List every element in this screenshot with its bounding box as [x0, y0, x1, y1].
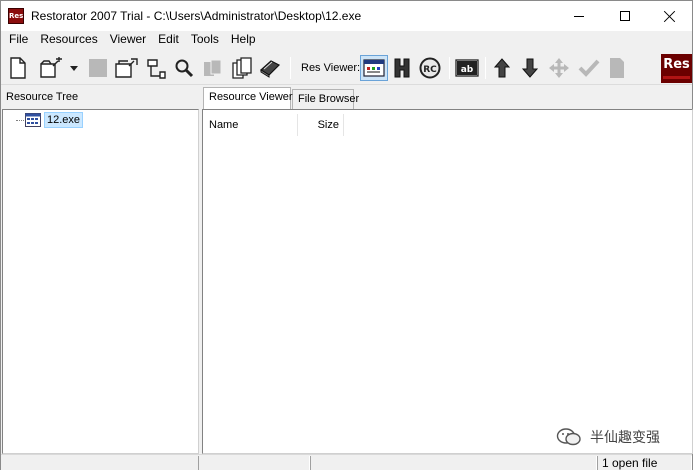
menu-edit[interactable]: Edit: [152, 31, 185, 50]
column-header-name[interactable]: Name: [203, 114, 298, 136]
toolbar: Res Viewer: RC ab Res: [1, 51, 692, 85]
text-view-icon: ab: [455, 59, 479, 77]
status-cell: [198, 456, 310, 470]
maximize-icon: [620, 11, 630, 21]
checkmark-disabled-icon: [578, 59, 600, 77]
menu-tools[interactable]: Tools: [185, 31, 225, 50]
toolbar-separator: [485, 57, 486, 79]
tab-resource-viewer[interactable]: Resource Viewer: [203, 87, 293, 109]
svg-text:ab: ab: [461, 65, 474, 75]
save-as-button[interactable]: [113, 56, 141, 80]
help-book-button[interactable]: [258, 56, 282, 80]
status-cell: [310, 456, 597, 470]
wechat-icon: [556, 428, 581, 446]
apply-button[interactable]: [577, 56, 601, 80]
minimize-icon: [574, 15, 584, 17]
menu-resources[interactable]: Resources: [34, 31, 103, 50]
save-disabled-icon: [89, 59, 107, 77]
restorator-logo: Res: [661, 54, 692, 83]
dialog-view-icon: [363, 59, 385, 77]
toolbar-separator: [449, 57, 450, 79]
open-folder-icon: [40, 57, 62, 78]
move-button[interactable]: [547, 56, 571, 80]
open-recent-dropdown[interactable]: [67, 56, 81, 80]
maximize-button[interactable]: [602, 1, 648, 31]
app-icon[interactable]: Res: [8, 8, 24, 24]
tree-node-12-exe[interactable]: 12.exe: [25, 112, 84, 128]
pages-icon: [232, 57, 252, 79]
save-button[interactable]: [86, 56, 110, 80]
paste-button[interactable]: [230, 56, 254, 80]
close-icon: [664, 11, 675, 22]
window-title: Restorator 2007 Trial - C:\Users\Adminis…: [31, 9, 362, 23]
res-viewer-label: Res Viewer:: [301, 62, 361, 74]
explorer-icon: [147, 59, 166, 79]
arrow-up-icon: [493, 58, 511, 78]
move-down-button[interactable]: [518, 56, 542, 80]
resource-tree-title: Resource Tree: [6, 91, 79, 103]
find-button[interactable]: [172, 56, 196, 80]
move-disabled-icon: [549, 58, 569, 78]
svg-text:RC: RC: [423, 65, 437, 75]
explorer-button[interactable]: [144, 56, 168, 80]
tree-node-label[interactable]: 12.exe: [44, 112, 84, 128]
title-bar[interactable]: Res Restorator 2007 Trial - C:\Users\Adm…: [1, 1, 692, 31]
magnifier-icon: [175, 59, 194, 78]
minimize-button[interactable]: [556, 1, 602, 31]
close-button[interactable]: [646, 1, 692, 31]
menu-bar: File Resources Viewer Edit Tools Help: [1, 31, 692, 50]
new-file-icon: [10, 57, 26, 79]
move-up-button[interactable]: [490, 56, 514, 80]
document-button[interactable]: [605, 56, 629, 80]
dropdown-arrow-icon: [70, 65, 78, 71]
resource-list[interactable]: Name Size: [202, 109, 693, 454]
rc-view-icon: RC: [419, 57, 441, 79]
main-window: Res Restorator 2007 Trial - C:\Users\Adm…: [0, 0, 693, 470]
copy-button[interactable]: [201, 56, 225, 80]
tab-file-browser[interactable]: File Browser: [292, 89, 359, 109]
watermark-text: 半仙趣变强: [590, 429, 660, 445]
open-file-button[interactable]: [38, 56, 66, 80]
res-viewer-visual-button[interactable]: [360, 55, 388, 81]
res-viewer-text-button[interactable]: ab: [454, 56, 480, 80]
watermark: 半仙趣变强: [556, 426, 660, 448]
book-icon: [260, 60, 281, 78]
document-disabled-icon: [610, 58, 624, 78]
status-bar: 1 open file: [1, 454, 692, 470]
new-file-button[interactable]: [6, 56, 30, 80]
menu-file[interactable]: File: [1, 31, 34, 50]
arrow-down-icon: [521, 58, 539, 78]
res-viewer-rc-button[interactable]: RC: [418, 56, 442, 80]
res-viewer-hex-button[interactable]: [390, 56, 414, 80]
column-header-size[interactable]: Size: [299, 114, 344, 136]
save-as-icon: [115, 58, 138, 78]
menu-viewer[interactable]: Viewer: [104, 31, 152, 50]
resource-tree[interactable]: 12.exe: [2, 109, 199, 454]
exe-file-icon: [25, 113, 41, 127]
hex-view-icon: [394, 58, 410, 78]
open-files-status: 1 open file: [602, 456, 658, 470]
toolbar-separator: [290, 57, 291, 79]
menu-help[interactable]: Help: [225, 31, 262, 50]
resource-tree-header: Resource Tree: [1, 86, 199, 109]
copy-disabled-icon: [204, 59, 222, 76]
